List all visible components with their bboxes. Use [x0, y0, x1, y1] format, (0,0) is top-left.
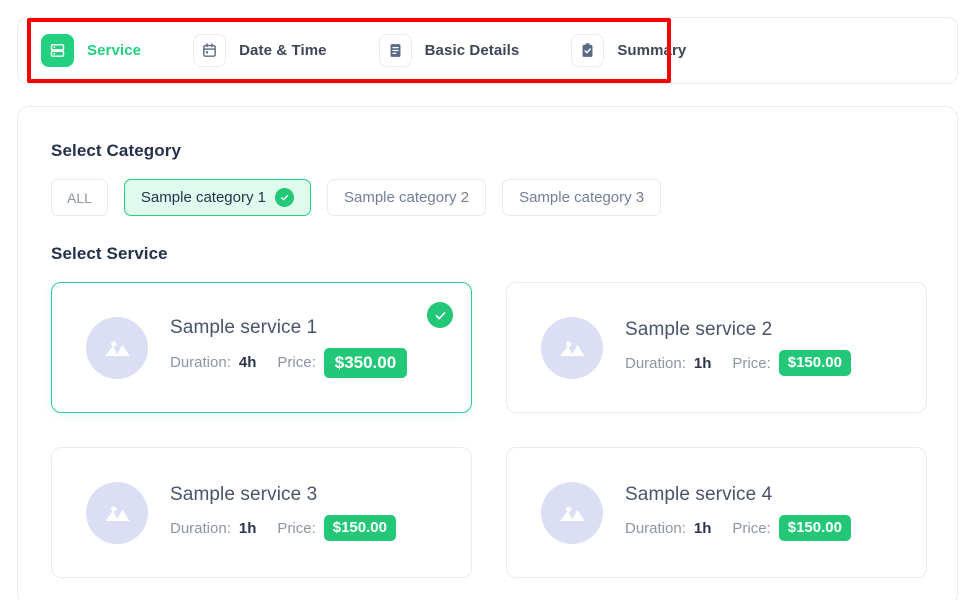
service-selection-card: Select Category ALL Sample category 1 Sa…	[17, 106, 958, 600]
service-card-grid: Sample service 1 Duration: 4h Price: $35…	[51, 282, 927, 578]
duration-value: 1h	[693, 354, 712, 372]
service-meta: Duration: 4h Price: $350.00	[170, 348, 408, 378]
image-placeholder-icon	[541, 481, 603, 544]
step-label-summary: Summary	[617, 42, 687, 59]
price-label: Price:	[732, 354, 771, 372]
category-label-all: ALL	[67, 189, 92, 206]
price-badge: $150.00	[778, 515, 851, 541]
service-info: Sample service 2 Duration: 1h Price: $15…	[625, 319, 851, 376]
duration-value: 4h	[238, 354, 257, 372]
duration-value: 1h	[693, 519, 712, 537]
service-meta: Duration: 1h Price: $150.00	[625, 350, 851, 376]
step-label-date-time: Date & Time	[239, 42, 327, 59]
image-placeholder-icon	[541, 316, 603, 379]
selected-check-icon	[427, 302, 453, 328]
stepper-steps: Service Date & Time Basic Details Summar…	[18, 18, 957, 83]
duration-label: Duration:	[170, 519, 231, 537]
service-info: Sample service 4 Duration: 1h Price: $15…	[625, 484, 851, 541]
list-rows-icon	[41, 34, 74, 67]
price-badge: $350.00	[323, 348, 408, 378]
service-info: Sample service 1 Duration: 4h Price: $35…	[170, 317, 408, 378]
service-name: Sample service 1	[170, 317, 318, 339]
service-name: Sample service 3	[170, 484, 318, 506]
category-filter-row: ALL Sample category 1 Sample category 2 …	[51, 179, 924, 216]
stepper-card: Service Date & Time Basic Details Summar…	[17, 17, 958, 84]
calendar-icon	[193, 34, 227, 67]
service-name: Sample service 4	[625, 484, 773, 506]
duration-label: Duration:	[625, 354, 686, 372]
category-pill-sample-category-2[interactable]: Sample category 2	[327, 179, 487, 216]
service-card-sample-service-2[interactable]: Sample service 2 Duration: 1h Price: $15…	[506, 282, 927, 413]
category-pill-all[interactable]: ALL	[51, 179, 108, 216]
booking-wizard-page: Service Date & Time Basic Details Summar…	[0, 0, 975, 600]
step-summary[interactable]: Summary	[571, 34, 686, 67]
step-basic-details[interactable]: Basic Details	[378, 34, 520, 67]
price-label: Price:	[277, 519, 316, 537]
service-meta: Duration: 1h Price: $150.00	[625, 515, 851, 541]
document-lines-icon	[378, 34, 412, 67]
duration-value: 1h	[238, 519, 257, 537]
step-service[interactable]: Service	[41, 34, 141, 67]
service-card-sample-service-1[interactable]: Sample service 1 Duration: 4h Price: $35…	[51, 282, 472, 413]
price-badge: $150.00	[323, 515, 396, 541]
category-label-sample-category-3: Sample category 3	[519, 189, 645, 206]
select-category-heading: Select Category	[51, 141, 181, 160]
service-info: Sample service 3 Duration: 1h Price: $15…	[170, 484, 396, 541]
service-name: Sample service 2	[625, 319, 773, 341]
step-date-time[interactable]: Date & Time	[193, 34, 327, 67]
select-service-heading: Select Service	[51, 244, 168, 263]
service-meta: Duration: 1h Price: $150.00	[170, 515, 396, 541]
clipboard-check-icon	[571, 34, 605, 67]
category-label-sample-category-1: Sample category 1	[140, 189, 266, 206]
price-badge: $150.00	[778, 350, 851, 376]
price-label: Price:	[277, 354, 316, 372]
service-card-sample-service-4[interactable]: Sample service 4 Duration: 1h Price: $15…	[506, 447, 927, 578]
price-label: Price:	[732, 519, 771, 537]
duration-label: Duration:	[170, 354, 231, 372]
image-placeholder-icon	[86, 316, 148, 379]
category-pill-sample-category-1[interactable]: Sample category 1	[123, 179, 311, 216]
category-label-sample-category-2: Sample category 2	[344, 189, 470, 206]
step-label-basic-details: Basic Details	[424, 42, 520, 59]
category-pill-sample-category-3[interactable]: Sample category 3	[502, 179, 662, 216]
duration-label: Duration:	[625, 519, 686, 537]
service-card-sample-service-3[interactable]: Sample service 3 Duration: 1h Price: $15…	[51, 447, 472, 578]
step-label-service: Service	[87, 42, 142, 59]
image-placeholder-icon	[86, 481, 148, 544]
check-icon	[275, 188, 294, 207]
